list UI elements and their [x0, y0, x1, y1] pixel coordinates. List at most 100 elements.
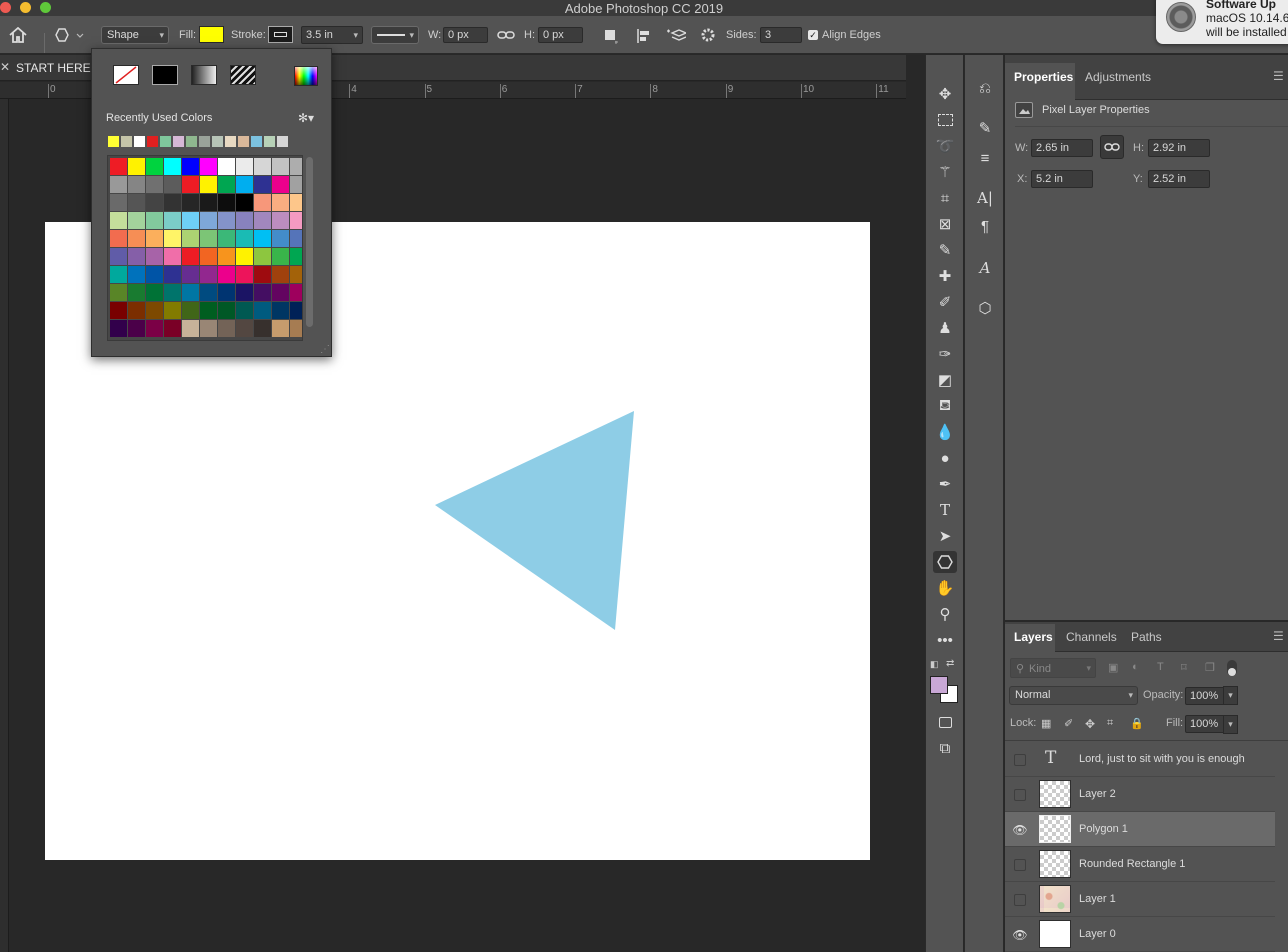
color-swatch[interactable]: [254, 158, 271, 175]
color-swatch[interactable]: [146, 158, 163, 175]
recent-color-swatch[interactable]: [251, 136, 262, 147]
3d-panel-icon[interactable]: ⬡: [973, 297, 997, 319]
fill-slider-toggle[interactable]: ▾: [1223, 715, 1238, 734]
color-swatch[interactable]: [200, 230, 217, 247]
eye-icon[interactable]: 👁: [1012, 823, 1027, 837]
color-swatch[interactable]: [182, 194, 199, 211]
color-swatch[interactable]: [254, 212, 271, 229]
color-swatch[interactable]: [218, 230, 235, 247]
color-swatch[interactable]: [254, 284, 271, 301]
color-swatch[interactable]: [272, 302, 289, 319]
color-swatch[interactable]: [236, 248, 253, 265]
blend-mode-select[interactable]: Normal ▾: [1009, 686, 1138, 705]
more-tools-icon[interactable]: •••: [933, 629, 957, 651]
color-swatch[interactable]: [164, 284, 181, 301]
visibility-toggle[interactable]: [1014, 789, 1026, 801]
panel-menu-icon[interactable]: ☰: [1273, 69, 1284, 83]
paragraph-panel-icon[interactable]: ¶: [973, 215, 997, 237]
color-swatch[interactable]: [290, 248, 302, 265]
pattern-button[interactable]: [230, 65, 256, 85]
recent-color-swatch[interactable]: [264, 136, 275, 147]
layer-row[interactable]: 👁 Polygon 1: [1005, 812, 1275, 847]
color-swatch[interactable]: [128, 302, 145, 319]
close-tab-icon[interactable]: ✕: [0, 60, 10, 74]
color-swatch[interactable]: [200, 176, 217, 193]
color-swatch[interactable]: [110, 302, 127, 319]
color-swatch[interactable]: [290, 212, 302, 229]
brush-tool-icon[interactable]: ✐: [933, 291, 957, 313]
color-swatch[interactable]: [272, 158, 289, 175]
color-swatch[interactable]: [146, 266, 163, 283]
color-swatch[interactable]: [110, 248, 127, 265]
prop-height-input[interactable]: 2.92 in: [1148, 139, 1210, 157]
color-swatch[interactable]: [110, 212, 127, 229]
color-swatch[interactable]: [182, 284, 199, 301]
color-swatch[interactable]: [200, 158, 217, 175]
color-swatch[interactable]: [236, 284, 253, 301]
filter-smart-object-icon[interactable]: ❐: [1205, 661, 1215, 674]
move-tool-icon[interactable]: ✥: [933, 83, 957, 105]
recent-color-swatch[interactable]: [121, 136, 132, 147]
color-swatch[interactable]: [182, 248, 199, 265]
color-swatch[interactable]: [110, 284, 127, 301]
color-swatch[interactable]: [254, 266, 271, 283]
color-swatch[interactable]: [200, 284, 217, 301]
color-swatch[interactable]: [218, 176, 235, 193]
polygon-shape[interactable]: [435, 411, 634, 630]
recent-color-swatch[interactable]: [173, 136, 184, 147]
color-swatch[interactable]: [128, 284, 145, 301]
color-swatch[interactable]: [254, 230, 271, 247]
color-swatch[interactable]: [110, 194, 127, 211]
color-swatch[interactable]: [182, 230, 199, 247]
path-selection-tool-icon[interactable]: ➤: [933, 525, 957, 547]
character-panel-icon[interactable]: A|: [973, 187, 997, 209]
color-swatch[interactable]: [236, 194, 253, 211]
color-swatch[interactable]: [236, 302, 253, 319]
layer-row[interactable]: Rounded Rectangle 1: [1005, 847, 1275, 882]
recent-color-swatch[interactable]: [186, 136, 197, 147]
align-edges-checkbox[interactable]: ✓: [808, 30, 818, 40]
color-swatch[interactable]: [254, 302, 271, 319]
lock-artboard-icon[interactable]: ⌗: [1107, 717, 1113, 730]
marquee-tool-icon[interactable]: [933, 109, 957, 131]
clone-stamp-tool-icon[interactable]: ♟: [933, 317, 957, 339]
screen-mode-icon[interactable]: ⧉: [933, 737, 957, 759]
color-swatch[interactable]: [128, 266, 145, 283]
stroke-type-select[interactable]: ▾: [371, 26, 419, 44]
color-swatch[interactable]: [218, 248, 235, 265]
color-swatch[interactable]: [182, 158, 199, 175]
filter-adjustment-icon[interactable]: ◐: [1132, 661, 1139, 673]
glyphs-panel-icon[interactable]: A: [973, 257, 997, 279]
eyedropper-tool-icon[interactable]: ✎: [933, 239, 957, 261]
color-swatch[interactable]: [218, 158, 235, 175]
dodge-tool-icon[interactable]: ●: [933, 447, 957, 469]
color-swatch[interactable]: [254, 248, 271, 265]
color-swatch[interactable]: [272, 320, 289, 337]
magic-wand-tool-icon[interactable]: ⚚: [933, 161, 957, 183]
color-swatch[interactable]: [146, 194, 163, 211]
color-swatch[interactable]: [110, 266, 127, 283]
color-swatch[interactable]: [236, 176, 253, 193]
lock-transparent-pixels-icon[interactable]: ▦: [1041, 717, 1051, 730]
color-swatch[interactable]: [290, 194, 302, 211]
color-swatch[interactable]: [146, 212, 163, 229]
width-input[interactable]: 0 px: [443, 27, 488, 43]
color-swatch[interactable]: [128, 320, 145, 337]
color-swatch[interactable]: [290, 320, 302, 337]
color-swatch[interactable]: [128, 158, 145, 175]
color-swatch[interactable]: [272, 266, 289, 283]
color-swatch[interactable]: [200, 248, 217, 265]
filter-type-icon[interactable]: T: [1157, 661, 1164, 673]
recent-color-swatch[interactable]: [134, 136, 145, 147]
color-swatch[interactable]: [128, 248, 145, 265]
no-color-button[interactable]: [113, 65, 139, 85]
zoom-tool-icon[interactable]: ⚲: [933, 603, 957, 625]
color-swatch[interactable]: [128, 212, 145, 229]
color-swatch[interactable]: [254, 320, 271, 337]
color-swatch[interactable]: [146, 302, 163, 319]
color-swatch[interactable]: [200, 194, 217, 211]
color-swatch[interactable]: [272, 176, 289, 193]
gradient-button[interactable]: [191, 65, 217, 85]
recent-color-swatch[interactable]: [238, 136, 249, 147]
stroke-color-swatch[interactable]: [268, 26, 293, 43]
